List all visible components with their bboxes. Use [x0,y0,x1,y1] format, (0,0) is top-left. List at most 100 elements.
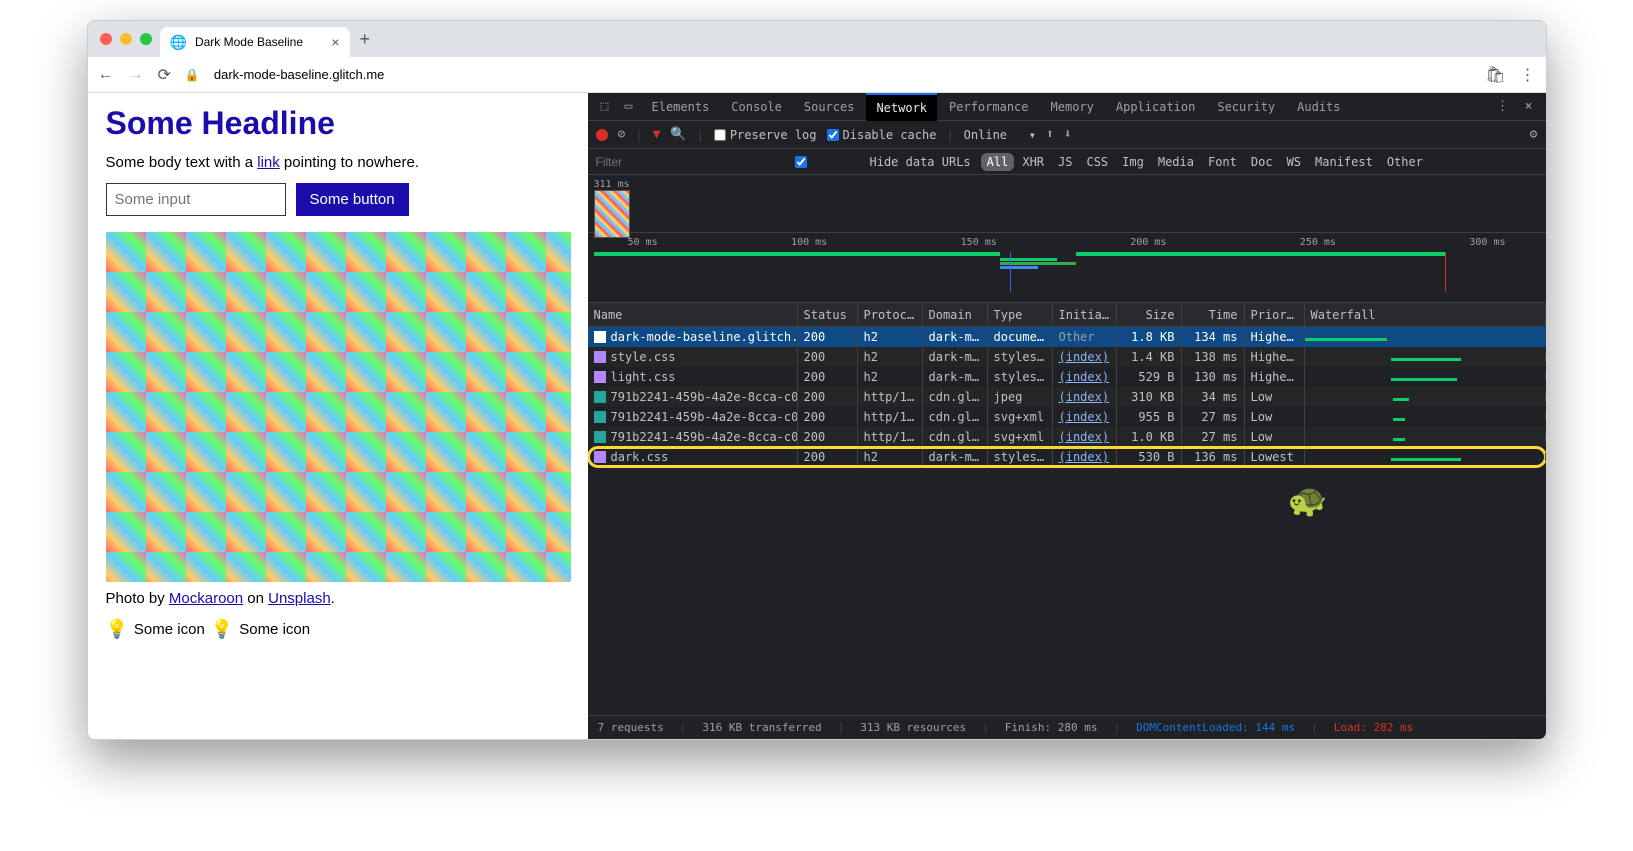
body-link[interactable]: link [257,154,280,171]
grid-header: Name Status Protocol Domain Type Initiat… [588,303,1546,327]
page-headline: Some Headline [106,105,570,142]
device-icon[interactable]: ▭ [618,99,640,114]
close-window-icon[interactable] [100,33,112,45]
initiator-link[interactable]: (index) [1059,350,1110,364]
col-domain[interactable]: Domain [923,304,988,326]
download-icon[interactable]: ⬇ [1064,127,1072,142]
col-time[interactable]: Time [1182,304,1245,326]
site-link[interactable]: Unsplash [268,590,331,607]
search-icon[interactable]: 🔍 [670,127,686,142]
devtools-tab-memory[interactable]: Memory [1041,94,1104,120]
minimize-window-icon[interactable] [120,33,132,45]
col-initiator[interactable]: Initiator [1053,304,1117,326]
type-filter-css[interactable]: CSS [1080,153,1114,171]
filter-input[interactable] [596,155,726,169]
devtools-tab-network[interactable]: Network [866,93,937,121]
type-filter-other[interactable]: Other [1381,153,1429,171]
devtools-tab-audits[interactable]: Audits [1287,94,1350,120]
type-filter-manifest[interactable]: Manifest [1309,153,1379,171]
network-row[interactable]: 791b2241-459b-4a2e-8cca-c0fdc2…200http/1… [588,407,1546,427]
type-filter-all[interactable]: All [981,153,1015,171]
reload-icon[interactable]: ⟳ [158,65,171,85]
throttle-select[interactable]: Online ▾ [964,128,1036,142]
type-filter-font[interactable]: Font [1202,153,1243,171]
bulb-icon: 💡 [211,619,233,640]
network-toolbar: ⊘ | ▼ 🔍 | Preserve log Disable cache | O… [588,121,1546,149]
turtle-icon: 🐢 [1288,481,1328,519]
initiator-link[interactable]: (index) [1059,390,1110,404]
devtools-tab-console[interactable]: Console [721,94,792,120]
type-filter-ws[interactable]: WS [1281,153,1307,171]
network-row[interactable]: dark-mode-baseline.glitch.me200h2dark-mo… [588,327,1546,347]
forward-icon[interactable]: → [128,66,144,84]
col-type[interactable]: Type [988,304,1053,326]
some-button[interactable]: Some button [296,183,409,216]
col-status[interactable]: Status [798,304,858,326]
col-waterfall[interactable]: Waterfall [1305,304,1546,326]
overview-thumb [594,190,630,238]
grid-body: dark-mode-baseline.glitch.me200h2dark-mo… [588,327,1546,715]
type-filter-doc[interactable]: Doc [1245,153,1279,171]
file-icon [594,411,606,423]
devtools-tab-performance[interactable]: Performance [939,94,1038,120]
timeline[interactable]: 50 ms100 ms150 ms200 ms250 ms300 ms [588,233,1546,303]
status-finish: Finish: 280 ms [1005,721,1098,734]
devtools-tab-elements[interactable]: Elements [642,94,720,120]
type-filter-img[interactable]: Img [1116,153,1150,171]
type-filters: AllXHRJSCSSImgMediaFontDocWSManifestOthe… [981,153,1429,171]
devtools-close-icon[interactable]: × [1518,99,1540,114]
tab-title: Dark Mode Baseline [195,35,303,49]
back-icon[interactable]: ← [98,66,114,84]
type-filter-media[interactable]: Media [1152,153,1200,171]
photo-caption: Photo by Mockaroon on Unsplash. [106,590,570,607]
initiator-link[interactable]: (index) [1059,410,1110,424]
browser-tab[interactable]: 🌐 Dark Mode Baseline × [160,27,350,57]
network-row[interactable]: dark.css200h2dark-mo…stylesheet(index)53… [588,447,1546,467]
clear-icon[interactable]: ⊘ [618,127,626,142]
some-input[interactable] [106,183,286,216]
status-resources: 313 KB resources [860,721,966,734]
type-filter-xhr[interactable]: XHR [1016,153,1050,171]
file-icon [594,391,606,403]
network-row[interactable]: 791b2241-459b-4a2e-8cca-c0fdc2…200http/1… [588,387,1546,407]
overview-strip: 311 ms [588,175,1546,233]
col-protocol[interactable]: Protocol [858,304,923,326]
url-text[interactable]: dark-mode-baseline.glitch.me [214,67,385,82]
inspect-icon[interactable]: ⬚ [594,99,616,114]
upload-icon[interactable]: ⬆ [1046,127,1054,142]
status-dcl: DOMContentLoaded: 144 ms [1136,721,1295,734]
filter-icon[interactable]: ▼ [653,127,661,142]
initiator-link[interactable]: (index) [1059,430,1110,444]
page-body: Some body text with a link pointing to n… [106,154,570,171]
disable-cache-check[interactable]: Disable cache [827,128,937,142]
network-row[interactable]: style.css200h2dark-mo…stylesheet(index)1… [588,347,1546,367]
devtools-tab-sources[interactable]: Sources [794,94,865,120]
lock-icon[interactable]: 🔒 [185,68,200,82]
devtools-menu-icon[interactable]: ⋮ [1492,99,1514,114]
maximize-window-icon[interactable] [140,33,152,45]
network-row[interactable]: light.css200h2dark-mo…stylesheet(index)5… [588,367,1546,387]
browser-window: 🌐 Dark Mode Baseline × + ← → ⟳ 🔒 dark-mo… [87,20,1547,740]
record-icon[interactable] [596,129,608,141]
hero-image [106,232,571,582]
settings-icon[interactable]: ⚙ [1530,127,1538,142]
initiator-link[interactable]: (index) [1059,370,1110,384]
address-bar: ← → ⟳ 🔒 dark-mode-baseline.glitch.me 🛍 ⋮ [88,57,1546,93]
status-load: Load: 282 ms [1334,721,1413,734]
menu-icon[interactable]: ⋮ [1520,65,1536,85]
network-row[interactable]: 791b2241-459b-4a2e-8cca-c0fdc2…200http/1… [588,427,1546,447]
overview-time: 311 ms [594,179,630,190]
extension-icon[interactable]: 🛍 [1485,65,1505,85]
type-filter-js[interactable]: JS [1052,153,1078,171]
initiator-link[interactable]: (index) [1059,450,1110,464]
close-tab-icon[interactable]: × [331,34,339,50]
devtools-tab-application[interactable]: Application [1106,94,1205,120]
hide-data-urls-check[interactable]: Hide data URLs [736,155,971,169]
col-size[interactable]: Size [1117,304,1182,326]
devtools-tab-security[interactable]: Security [1207,94,1285,120]
new-tab-button[interactable]: + [360,29,371,50]
author-link[interactable]: Mockaroon [169,590,243,607]
col-name[interactable]: Name [588,304,798,326]
col-priority[interactable]: Priority [1245,304,1305,326]
preserve-log-check[interactable]: Preserve log [714,128,817,142]
